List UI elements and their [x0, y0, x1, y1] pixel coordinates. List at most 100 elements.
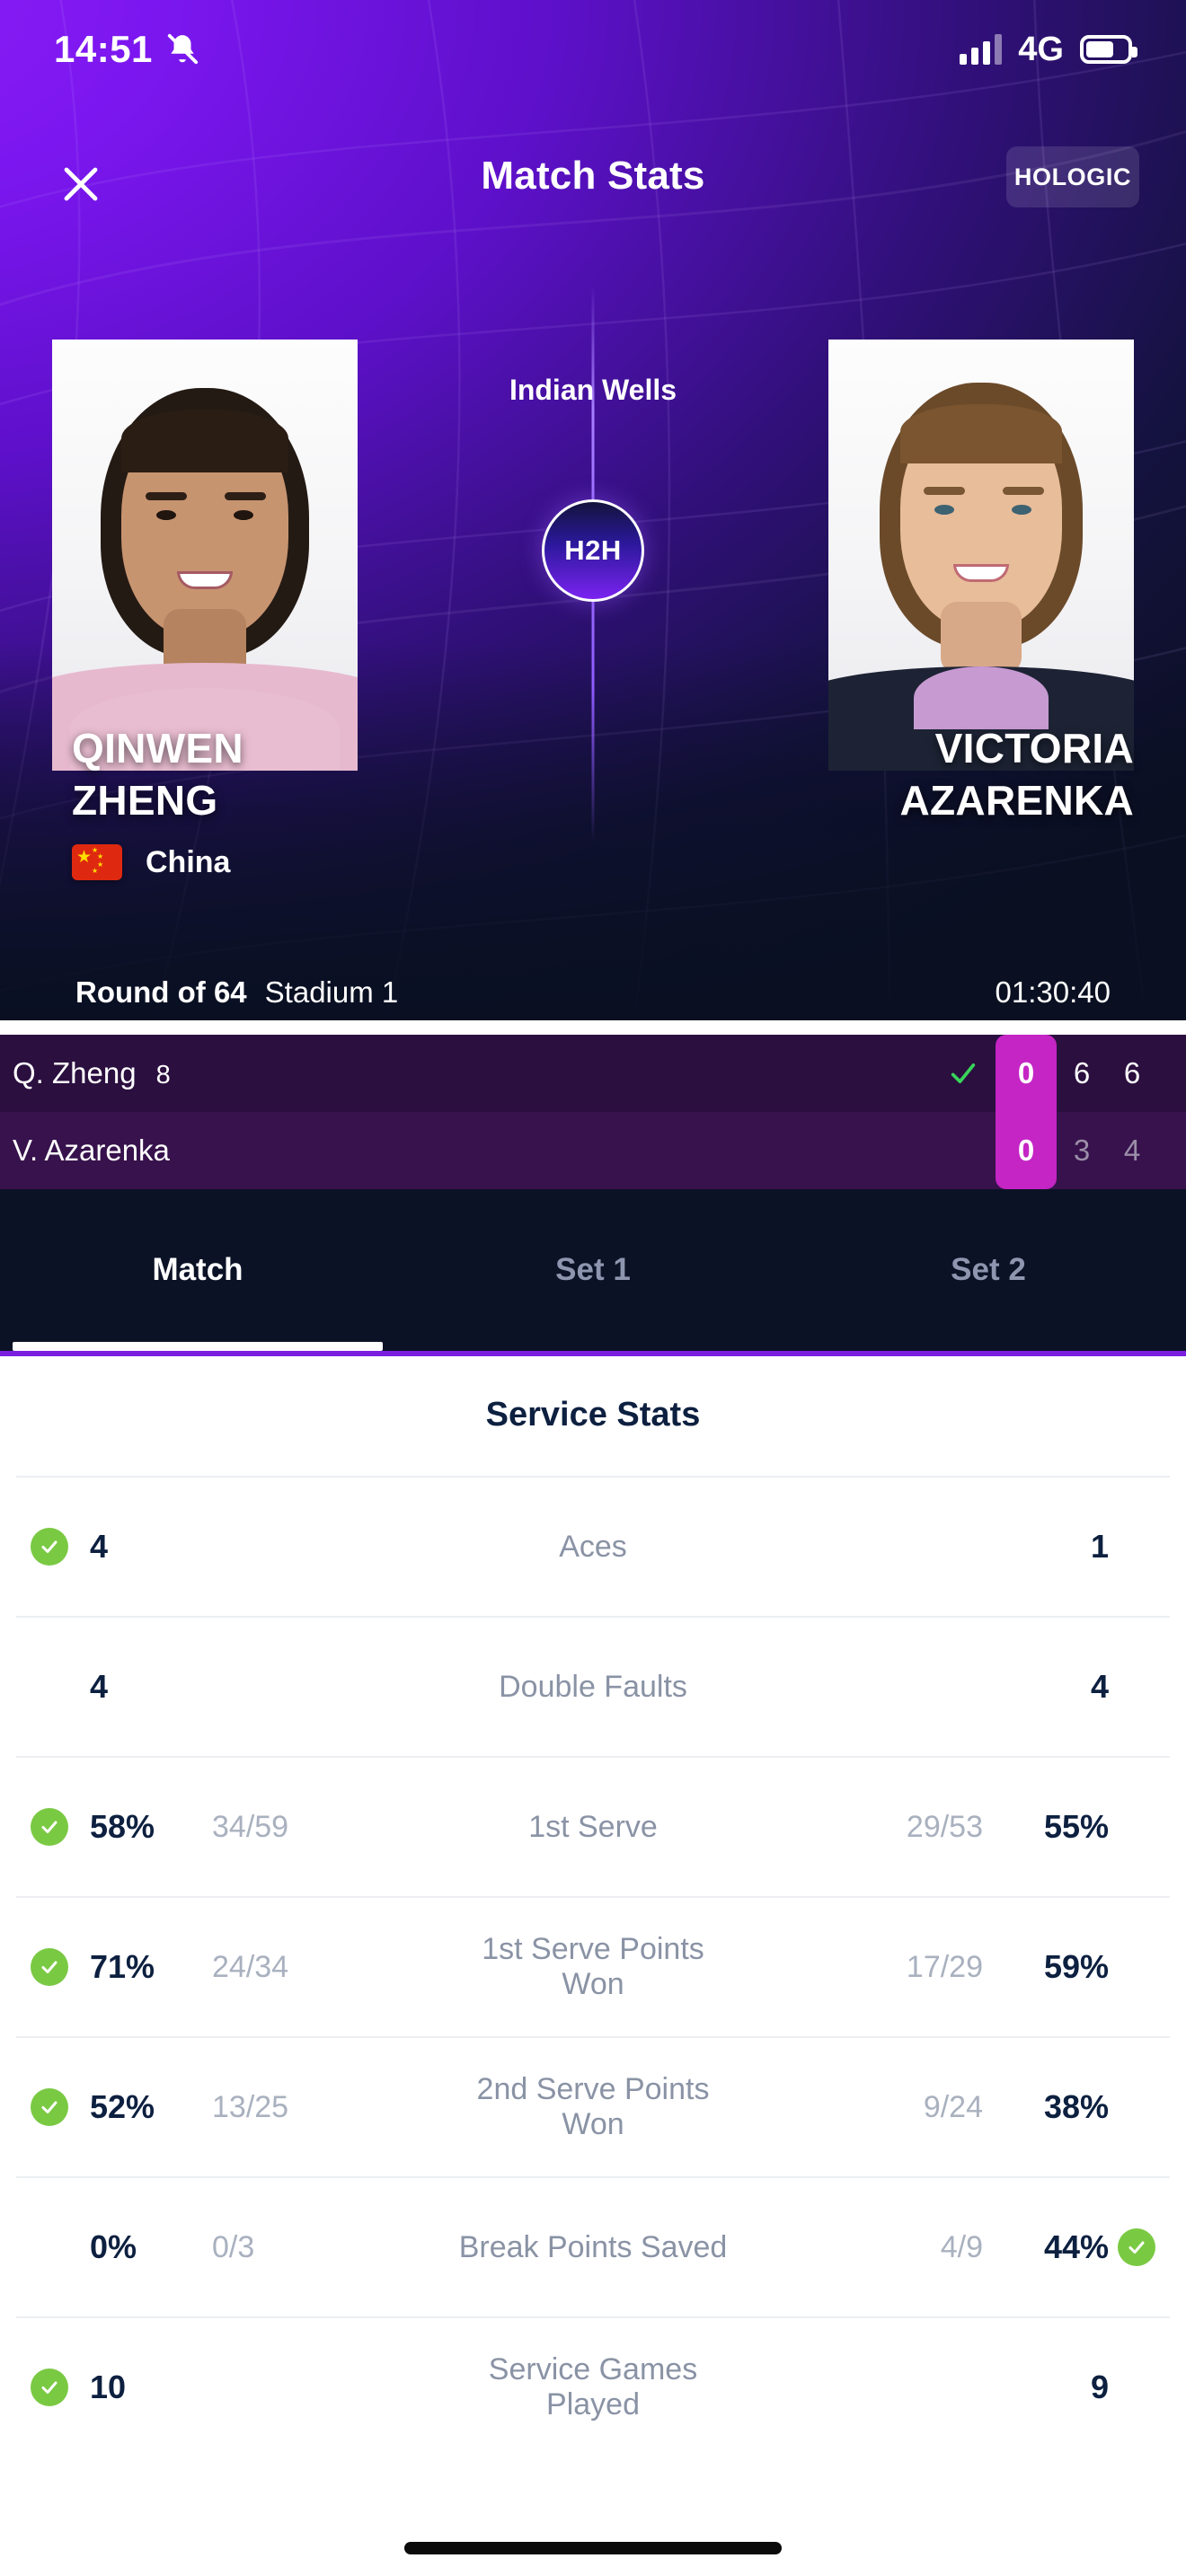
stat-right: 4 [733, 1668, 1155, 1706]
stats-section-title: Service Stats [485, 1396, 701, 1434]
winner-badge-icon [31, 1528, 68, 1566]
set-score: 6 [1073, 1056, 1091, 1090]
stat-left: 4 [31, 1528, 453, 1566]
match-stats-screen: 14:51 4G Match Stats HOLOGIC Indian Well… [0, 0, 1186, 2576]
stat-right: 29/53 55% [733, 1808, 1155, 1846]
winner-badge-icon [31, 1808, 68, 1846]
player-right-name: VICTORIA AZARENKA [703, 728, 1134, 821]
network-type-label: 4G [1018, 30, 1064, 68]
player-left-first-name: QINWEN [72, 725, 243, 772]
stat-left-sub: 34/59 [212, 1809, 289, 1844]
stat-label: 2nd Serve Points Won [476, 2072, 710, 2141]
stat-right: 9 [733, 2369, 1155, 2406]
signal-bars-icon [960, 34, 1003, 65]
scoreboard-row[interactable]: V. Azarenka 0 3 4 [0, 1112, 1186, 1189]
stat-row: 4 Aces 1 [0, 1478, 1186, 1616]
stat-left: 4 [31, 1668, 453, 1706]
stat-right: 1 [733, 1528, 1155, 1566]
winner-badge-icon [31, 2369, 68, 2406]
set-score: 4 [1123, 1134, 1141, 1167]
set-score: 3 [1073, 1134, 1091, 1167]
status-time: 14:51 [54, 28, 153, 70]
winner-badge-icon [1118, 2228, 1155, 2266]
stat-left-value: 10 [90, 2369, 127, 2405]
player-right-last-name: AZARENKA [899, 777, 1134, 824]
scoreboard-player-name: Q. Zheng [13, 1056, 137, 1090]
player-card-right[interactable] [828, 340, 1134, 771]
match-meta: Round of 64 Stadium 1 01:30:40 [0, 952, 1186, 1033]
scoreboard-row[interactable]: Q. Zheng 8 0 6 6 [0, 1035, 1186, 1112]
player-right-first-name: VICTORIA [934, 725, 1134, 772]
stat-left-sub: 24/34 [212, 1949, 289, 1984]
stat-row: 52% 13/25 2nd Serve Points Won 9/24 38% [0, 2038, 1186, 2176]
stat-right-sub: 29/53 [906, 1809, 983, 1844]
stat-right-sub: 4/9 [940, 2229, 983, 2264]
stat-left-value: 0% [90, 2228, 137, 2265]
match-duration: 01:30:40 [995, 975, 1111, 1009]
player-left-name: QINWEN ZHENG [72, 728, 458, 821]
match-court: Stadium 1 [264, 975, 399, 1009]
player-left-portrait [52, 340, 358, 771]
h2h-label: H2H [564, 534, 622, 566]
stat-left-value: 71% [90, 1948, 155, 1985]
player-left-last-name: ZHENG [72, 777, 218, 824]
stat-right-value: 59% [1043, 1948, 1109, 1985]
set-score: 6 [1123, 1056, 1141, 1090]
stats-tabs: Match Set 1 Set 2 [0, 1189, 1186, 1356]
tab-label: Match [152, 1252, 243, 1287]
player-right-portrait [828, 340, 1134, 771]
scoreboard-player-seed: 8 [155, 1061, 171, 1090]
match-winner-check-placeholder [931, 1112, 996, 1189]
stat-right-value: 44% [1043, 2228, 1109, 2265]
match-meta-left: Round of 64 Stadium 1 [75, 975, 398, 1010]
scoreboard-player-name-wrap: Q. Zheng 8 [0, 1056, 171, 1090]
tab-active-indicator [13, 1342, 383, 1351]
status-bar: 14:51 4G [0, 0, 1186, 99]
stat-left: 71% 24/34 [31, 1948, 453, 1986]
tab-set-1[interactable]: Set 1 [395, 1189, 791, 1351]
scoreboard-player-name-wrap: V. Azarenka [0, 1134, 190, 1168]
match-round: Round of 64 [75, 975, 247, 1009]
bell-muted-icon [167, 33, 199, 65]
scoreboard: Q. Zheng 8 0 6 6 V. Azarenka 0 3 4 [0, 1035, 1186, 1189]
app-header: Match Stats HOLOGIC [0, 139, 1186, 247]
stat-right-value: 9 [1090, 2369, 1109, 2405]
stat-label: Double Faults [499, 1669, 687, 1704]
stats-section: Service Stats 4 Aces 1 4 Double Faults 4… [0, 1356, 1186, 2457]
stat-left-sub: 0/3 [212, 2229, 255, 2264]
tab-label: Set 2 [951, 1252, 1026, 1287]
china-flag-icon: ★ ★ ★ ★ ★ [72, 844, 122, 880]
stat-label: 1st Serve [528, 1809, 658, 1844]
stat-right: 9/24 38% [733, 2088, 1155, 2126]
current-game-score: 0 [996, 1112, 1057, 1189]
stat-left: 0% 0/3 [31, 2228, 453, 2266]
player-left-country-label: China [146, 844, 231, 879]
stat-right: 4/9 44% [733, 2228, 1155, 2266]
scoreboard-scores: 0 6 6 [931, 1035, 1186, 1112]
stat-label: 1st Serve Points Won [482, 1932, 704, 2001]
match-winner-check [931, 1035, 996, 1112]
stat-left: 58% 34/59 [31, 1808, 453, 1846]
tab-match[interactable]: Match [0, 1189, 395, 1351]
stat-row: 71% 24/34 1st Serve Points Won 17/29 59% [0, 1898, 1186, 2036]
stat-label: Service Games Played [488, 2352, 698, 2422]
battery-icon [1080, 35, 1137, 64]
scoreboard-scores: 0 3 4 [931, 1112, 1186, 1189]
stat-right: 17/29 59% [733, 1948, 1155, 1986]
stat-label: Aces [559, 1529, 627, 1564]
stat-right-value: 38% [1043, 2088, 1109, 2125]
stat-right-value: 1 [1090, 1528, 1109, 1565]
stat-row: 4 Double Faults 4 [0, 1618, 1186, 1756]
tab-set-2[interactable]: Set 2 [791, 1189, 1186, 1351]
stat-right-value: 4 [1090, 1668, 1109, 1705]
current-game-score: 0 [996, 1035, 1057, 1112]
stat-left-value: 58% [90, 1808, 155, 1845]
scoreboard-player-name: V. Azarenka [13, 1134, 170, 1167]
stat-right-sub: 17/29 [906, 1949, 983, 1984]
sponsor-badge[interactable]: HOLOGIC [1006, 146, 1139, 207]
stat-right-sub: 9/24 [923, 2089, 983, 2124]
stat-left: 52% 13/25 [31, 2088, 453, 2126]
h2h-button[interactable]: H2H [542, 499, 644, 602]
winner-badge-icon [31, 1948, 68, 1986]
player-card-left[interactable] [52, 340, 358, 771]
